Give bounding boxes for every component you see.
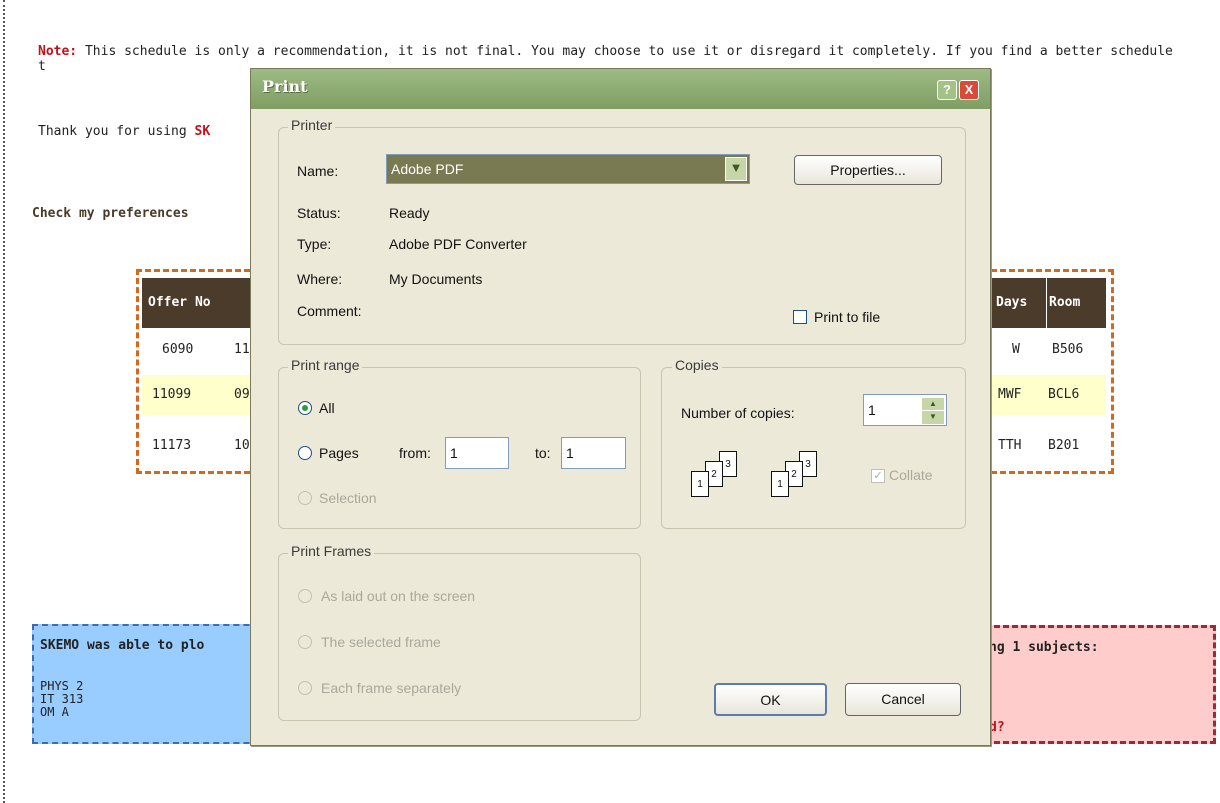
frames-separately-label: Each frame separately xyxy=(321,680,462,696)
range-from-input[interactable]: 1 xyxy=(445,437,509,469)
unscheduled-subjects-footer: d? xyxy=(989,720,1005,735)
list-item: OM A xyxy=(40,705,69,719)
table-header-room: Room xyxy=(1046,278,1106,328)
room-cell: B506 xyxy=(1052,342,1084,357)
dialog-title: Print xyxy=(262,77,308,96)
range-from-label: from: xyxy=(399,445,431,461)
unscheduled-subjects-title: ng 1 subjects: xyxy=(989,640,1099,655)
table-row: 6090 11 xyxy=(142,330,250,370)
print-frames-legend: Print Frames xyxy=(288,543,375,559)
scheduled-subjects-title: SKEMO was able to plo xyxy=(40,638,205,653)
table-row: W B506 xyxy=(990,330,1106,370)
course-cell-fragment: 10 xyxy=(234,438,250,453)
range-selection-label: Selection xyxy=(319,490,377,506)
room-cell: BCL6 xyxy=(1048,387,1080,402)
thanks-prefix: Thank you for using xyxy=(38,124,195,139)
collate-pages-icon: 3 2 1 xyxy=(761,451,841,507)
offer-no-cell: 6090 xyxy=(162,342,194,357)
table-header-offer-no: Offer No xyxy=(142,278,230,328)
type-label: Type: xyxy=(297,236,332,252)
collate-label: Collate xyxy=(889,467,933,483)
table-row: 11099 09 xyxy=(142,375,250,415)
ok-button[interactable]: OK xyxy=(714,683,827,716)
page-left-dotted-border xyxy=(3,0,5,803)
table-row: TTH B201 xyxy=(990,426,1106,466)
range-pages-radio[interactable] xyxy=(298,446,312,460)
properties-button[interactable]: Properties... xyxy=(794,155,942,185)
chevron-down-icon[interactable]: ▼ xyxy=(725,157,747,181)
help-button[interactable]: ? xyxy=(937,80,957,100)
days-cell: TTH xyxy=(998,438,1022,453)
thanks-brand: SK xyxy=(194,124,211,139)
table-row: MWF BCL6 xyxy=(990,375,1106,415)
comment-label: Comment: xyxy=(297,303,362,319)
collate-checkbox: ✓ xyxy=(871,469,885,483)
printer-name-select[interactable]: Adobe PDF ▼ xyxy=(386,154,750,184)
days-cell: MWF xyxy=(998,387,1022,402)
days-cell: W xyxy=(1012,342,1020,357)
table-header-hidden xyxy=(230,278,250,328)
number-of-copies-value: 1 xyxy=(868,402,876,418)
range-to-label: to: xyxy=(535,445,551,461)
frames-as-laid-out-label: As laid out on the screen xyxy=(321,588,476,604)
printer-legend: Printer xyxy=(288,117,336,133)
range-to-input[interactable]: 1 xyxy=(561,437,626,469)
note-label: Note: xyxy=(38,44,78,59)
offer-no-cell: 11099 xyxy=(152,387,192,402)
print-to-file-label[interactable]: Print to file xyxy=(814,309,880,325)
course-cell-fragment: 09 xyxy=(234,387,250,402)
page-1-icon: 1 xyxy=(771,471,789,497)
table-row: 11173 10 xyxy=(142,426,250,466)
close-button[interactable]: X xyxy=(959,80,979,100)
frames-selected-label: The selected frame xyxy=(321,634,441,650)
type-value: Adobe PDF Converter xyxy=(389,236,527,252)
course-cell-fragment: 11 xyxy=(234,342,250,357)
scheduled-subjects-list: PHYS 2 IT 313 OM A xyxy=(40,680,83,719)
range-all-radio[interactable] xyxy=(298,401,312,415)
dialog-titlebar[interactable]: Print ? X xyxy=(251,69,990,109)
offer-no-cell: 11173 xyxy=(152,438,192,453)
where-value: My Documents xyxy=(389,271,483,287)
number-of-copies-label: Number of copies: xyxy=(681,405,795,421)
frames-selected-radio xyxy=(298,635,312,649)
check-preferences-link[interactable]: Check my preferences xyxy=(32,206,189,221)
copies-legend: Copies xyxy=(672,357,722,373)
where-label: Where: xyxy=(297,271,343,287)
printer-name-label: Name: xyxy=(297,163,339,179)
page-1-icon: 1 xyxy=(691,471,709,497)
frames-separately-radio xyxy=(298,681,312,695)
spin-down-icon[interactable]: ▼ xyxy=(921,410,945,425)
status-value: Ready xyxy=(389,205,430,221)
status-label: Status: xyxy=(297,205,341,221)
range-selection-radio xyxy=(298,491,312,505)
thanks-line: Thank you for using SK xyxy=(38,124,210,139)
table-header-days: Days xyxy=(990,278,1046,328)
frames-as-laid-out-radio xyxy=(298,589,312,603)
print-range-legend: Print range xyxy=(288,357,363,373)
collate-pages-icon: 3 2 1 xyxy=(681,451,761,507)
printer-name-value: Adobe PDF xyxy=(391,161,464,177)
cancel-button[interactable]: Cancel xyxy=(845,683,961,716)
print-dialog: Print ? X Printer Name: Adobe PDF ▼ Prop… xyxy=(250,68,991,746)
print-to-file-checkbox[interactable] xyxy=(793,310,807,324)
range-pages-label[interactable]: Pages xyxy=(319,445,359,461)
room-cell: B201 xyxy=(1048,438,1080,453)
range-all-label[interactable]: All xyxy=(319,400,335,416)
